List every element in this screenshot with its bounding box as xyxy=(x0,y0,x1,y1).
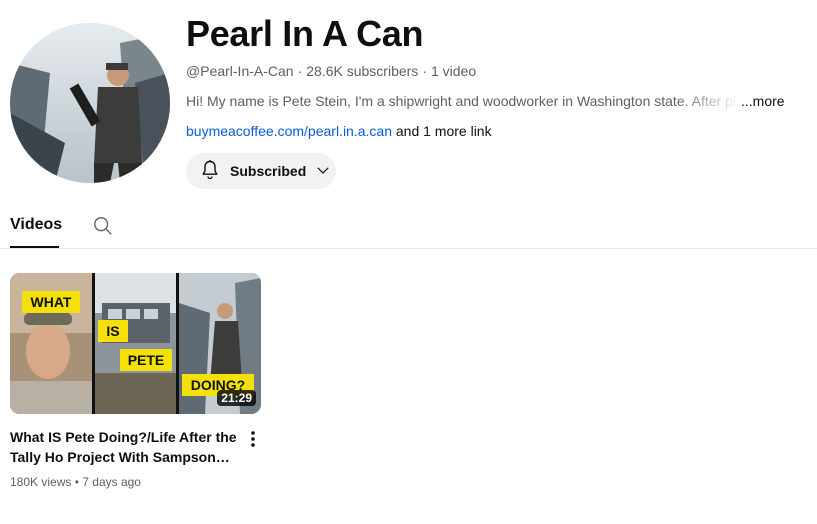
description-text: Hi! My name is Pete Stein, I'm a shipwri… xyxy=(186,93,736,109)
external-link[interactable]: buymeacoffee.com/pearl.in.a.can xyxy=(186,123,392,139)
search-icon[interactable] xyxy=(92,215,114,242)
active-tab-indicator xyxy=(10,246,59,248)
channel-meta: @Pearl-In-A-Can · 28.6K subscribers · 1 … xyxy=(186,63,476,79)
video-count: 1 video xyxy=(430,63,477,79)
avatar-image xyxy=(10,23,170,183)
channel-title: Pearl In A Can xyxy=(186,13,424,54)
subscribed-button[interactable]: Subscribed xyxy=(186,153,336,189)
video-title[interactable]: What IS Pete Doing?/Life After the Tally… xyxy=(10,427,238,467)
meta-separator: · xyxy=(422,63,427,79)
more-vert-icon[interactable] xyxy=(246,429,260,449)
video-meta: 180K views • 7 days ago xyxy=(10,475,141,489)
video-card[interactable]: WHAT IS PETE DOING? 21:29 What IS Pete D… xyxy=(10,273,261,489)
channel-tabs: Videos xyxy=(0,203,817,249)
video-age: 7 days ago xyxy=(82,475,141,489)
thumb-text-pete: PETE xyxy=(128,352,165,368)
subscribed-label: Subscribed xyxy=(230,163,307,179)
channel-links: buymeacoffee.com/pearl.in.a.can and 1 mo… xyxy=(186,123,492,139)
meta-separator: · xyxy=(297,63,303,79)
subscriber-count: 28.6K subscribers xyxy=(306,63,419,79)
thumb-text-what: WHAT xyxy=(31,294,72,310)
channel-handle: @Pearl-In-A-Can xyxy=(186,63,294,79)
description-more-link[interactable]: ...more xyxy=(741,93,785,109)
video-thumbnail[interactable]: WHAT IS PETE DOING? 21:29 xyxy=(10,273,261,414)
thumb-text-is: IS xyxy=(106,323,119,339)
chevron-down-icon xyxy=(314,161,332,182)
video-views: 180K views xyxy=(10,475,72,489)
tab-videos[interactable]: Videos xyxy=(10,216,62,234)
channel-description[interactable]: Hi! My name is Pete Stein, I'm a shipwri… xyxy=(186,93,796,109)
video-duration: 21:29 xyxy=(217,390,256,406)
bell-icon xyxy=(198,158,222,185)
channel-avatar[interactable] xyxy=(10,23,170,183)
more-links-button[interactable]: and 1 more link xyxy=(396,123,492,139)
